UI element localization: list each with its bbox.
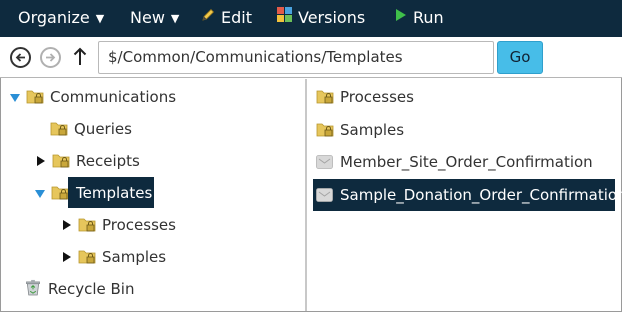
new-label: New — [130, 8, 165, 27]
tree-item-recycle-bin[interactable]: Recycle Bin — [0, 276, 300, 302]
tree-item-processes[interactable]: Processes — [0, 212, 300, 238]
chevron-down-icon: ▼ — [95, 12, 105, 25]
tree-item-label: Recycle Bin — [48, 280, 135, 298]
tree-item-queries[interactable]: Queries — [0, 116, 300, 142]
tree-item-templates[interactable]: Templates — [0, 177, 300, 208]
versions-label: Versions — [298, 8, 366, 27]
item-list: Processes Samples Member_Site_Order_Conf… — [307, 79, 622, 311]
locked-folder-icon — [50, 122, 68, 136]
tree-item-label: Receipts — [76, 152, 140, 170]
recycle-bin-icon — [26, 279, 40, 296]
toolbar: Organize ▼ New ▼ Edit Versions Run — [0, 0, 622, 37]
go-button[interactable]: Go — [497, 41, 543, 74]
edit-label: Edit — [221, 8, 252, 27]
list-item-sample-donation-order-confirmation[interactable]: Sample_Donation_Order_Confirmation — [307, 182, 622, 208]
locked-folder-icon — [316, 90, 334, 104]
path-input[interactable]: $/Common/Communications/Templates — [98, 41, 494, 74]
tree-item-label: Templates — [76, 184, 153, 202]
new-menu-button[interactable]: New ▼ — [130, 0, 179, 37]
collapsed-arrow-icon[interactable] — [63, 252, 71, 262]
list-item-label: Samples — [340, 121, 405, 139]
back-arrow-icon[interactable] — [10, 47, 31, 68]
locked-folder-icon — [51, 186, 69, 200]
list-item-samples[interactable]: Samples — [307, 117, 621, 143]
organize-label: Organize — [18, 8, 90, 27]
folder-tree: Communications Queries Receipts Template… — [0, 79, 305, 311]
list-item-member-site-order-confirmation[interactable]: Member_Site_Order_Confirmation — [307, 149, 621, 175]
locked-folder-icon — [52, 154, 70, 168]
tree-item-label: Communications — [50, 88, 177, 106]
expanded-arrow-icon[interactable] — [35, 190, 45, 198]
tree-item-label: Processes — [102, 216, 176, 234]
run-label: Run — [413, 8, 444, 27]
collapsed-arrow-icon[interactable] — [37, 156, 45, 166]
collapsed-arrow-icon[interactable] — [63, 220, 71, 230]
chevron-down-icon: ▼ — [170, 12, 180, 25]
versions-grid-icon — [277, 0, 292, 35]
tree-item-label: Queries — [74, 120, 132, 138]
template-envelope-icon — [316, 188, 333, 202]
edit-button[interactable]: Edit — [201, 0, 252, 37]
locked-folder-icon — [26, 90, 44, 104]
list-item-label: Sample_Donation_Order_Confirmation — [340, 186, 622, 204]
locked-folder-icon — [78, 218, 96, 232]
address-bar: $/Common/Communications/Templates Go — [0, 37, 622, 78]
list-item-label: Member_Site_Order_Confirmation — [340, 153, 593, 171]
locked-folder-icon — [78, 250, 96, 264]
template-envelope-icon — [316, 155, 333, 169]
locked-folder-icon — [316, 123, 334, 137]
tree-item-receipts[interactable]: Receipts — [0, 148, 300, 174]
forward-arrow-icon[interactable] — [40, 47, 61, 68]
list-item-label: Processes — [340, 88, 414, 106]
up-arrow-icon[interactable] — [72, 46, 88, 68]
tree-item-communications[interactable]: Communications — [0, 84, 300, 110]
run-button[interactable]: Run — [395, 0, 444, 37]
tree-item-samples[interactable]: Samples — [0, 244, 300, 270]
expanded-arrow-icon[interactable] — [10, 94, 20, 102]
play-icon — [395, 0, 407, 35]
list-item-processes[interactable]: Processes — [307, 84, 621, 110]
tree-item-label: Samples — [102, 248, 167, 266]
versions-button[interactable]: Versions — [277, 0, 365, 37]
pencil-icon — [201, 0, 215, 35]
organize-menu-button[interactable]: Organize ▼ — [18, 0, 104, 37]
